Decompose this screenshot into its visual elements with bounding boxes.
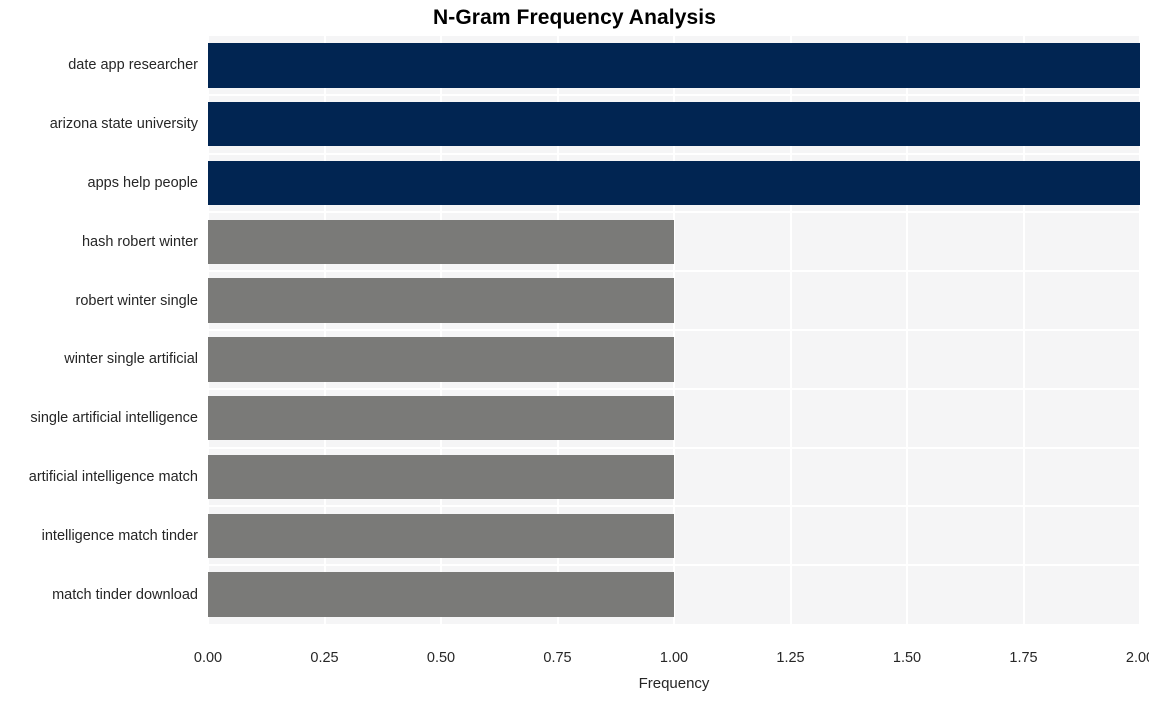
y-axis-tick-label: hash robert winter (81, 233, 198, 250)
y-axis-tick-label: winter single artificial (64, 351, 198, 368)
y-axis-tick-label: robert winter single (75, 292, 199, 309)
x-axis-tick-label: 0.00 (193, 650, 223, 666)
x-axis-tick-label: 1.25 (776, 650, 805, 666)
y-axis-tick-label: apps help people (87, 175, 198, 191)
page-title: N-Gram Frequency Analysis (433, 6, 716, 29)
y-axis-tick-label: single artificial intelligence (30, 410, 198, 427)
x-axis-tick-label: 0.75 (543, 650, 572, 666)
bar (208, 160, 1140, 206)
x-axis-tick-label: 2.00 (1125, 650, 1149, 666)
x-axis-tick-label: 1.00 (659, 650, 689, 666)
x-axis-tick-label: 1.50 (892, 650, 922, 666)
y-axis-tick-label: artificial intelligence match (28, 469, 198, 485)
bar (208, 572, 674, 617)
plot-area (208, 36, 1140, 624)
x-axis-tick-labels: 0.00 0.25 0.50 0.75 1.00 1.25 1.50 1.75 2.00 (0, 650, 1149, 670)
x-axis-tick-label: 0.50 (426, 650, 456, 666)
bar (208, 396, 674, 441)
x-axis-tick-label: 1.75 (1009, 650, 1038, 666)
bar (208, 278, 674, 323)
chart-figure: N-Gram Frequency Analysis date app resea… (0, 0, 1149, 701)
y-axis-tick-label: arizona state university (49, 116, 198, 133)
bars-container (208, 36, 1140, 624)
bar (208, 43, 1140, 88)
x-axis-title: Frequency (638, 675, 710, 692)
y-axis-tick-label: match tinder download (52, 586, 198, 603)
y-axis-tick-label: intelligence match tinder (41, 527, 198, 544)
bar (208, 102, 1140, 147)
x-axis-tick-label: 0.25 (310, 650, 339, 666)
bar (208, 337, 674, 382)
bar (208, 219, 674, 264)
y-axis-tick-labels: date app researcher arizona state univers… (0, 36, 198, 624)
bar (208, 513, 674, 558)
bar (208, 454, 674, 500)
y-axis-tick-label: date app researcher (68, 57, 198, 74)
